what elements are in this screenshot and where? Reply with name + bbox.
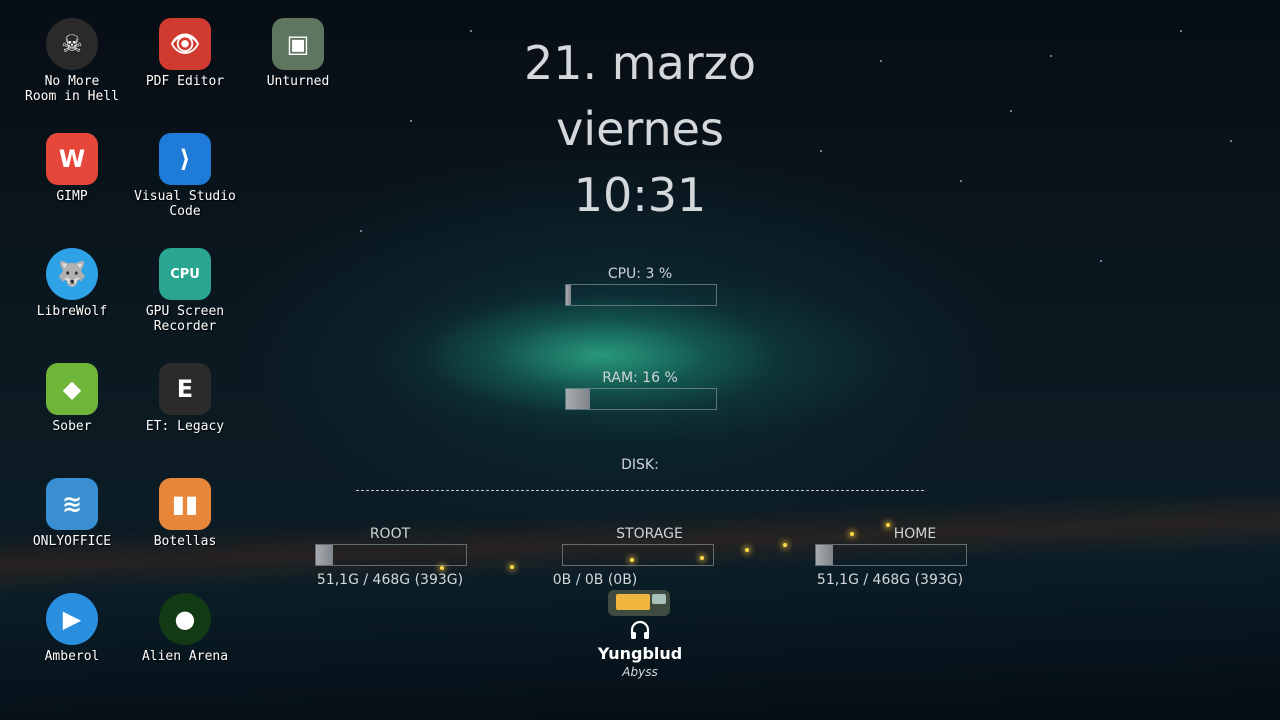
desktop-icon-label: ET: Legacy <box>145 419 225 434</box>
desktop-icon-label: GIMP <box>56 189 88 204</box>
et-legacy-icon: E <box>159 363 211 415</box>
headphones-icon <box>630 620 650 639</box>
desktop-icon-label: PDF Editor <box>145 74 225 89</box>
desktop-icon-onlyoffice[interactable]: ≋ ONLYOFFICE <box>16 478 128 549</box>
cpu-label: CPU: 3 % <box>607 266 673 282</box>
ram-bar <box>565 388 717 410</box>
desktop-icon-unturned[interactable]: ▣ Unturned <box>242 18 354 89</box>
cpu-bar-fill <box>566 285 571 305</box>
cpu-bar <box>565 284 717 306</box>
disk-root-usage: 51,1G / 468G (393G) <box>316 572 464 588</box>
now-playing-artist: Yungblud <box>597 644 683 663</box>
disk-divider <box>356 490 924 491</box>
disk-root-bar-fill <box>316 545 333 565</box>
desktop-icon-label: LibreWolf <box>36 304 108 319</box>
desktop-icon-label: Alien Arena <box>141 649 229 664</box>
disk-label: DISK: <box>621 457 659 473</box>
desktop-icon-label: ONLYOFFICE <box>32 534 112 549</box>
zombie-head-icon: ▣ <box>272 18 324 70</box>
disk-home-bar <box>815 544 967 566</box>
disk-home-usage: 51,1G / 468G (393G) <box>816 572 964 588</box>
desktop-icon-librewolf[interactable]: 🐺 LibreWolf <box>16 248 128 319</box>
vscode-icon: ⟩ <box>159 133 211 185</box>
disk-storage-name: STORAGE <box>616 526 683 542</box>
alien-arena-icon: ● <box>159 593 211 645</box>
desktop-icon-label: Amberol <box>44 649 100 664</box>
desktop-icon-no-more[interactable]: ☠ No More Room in Hell <box>16 18 128 104</box>
sober-icon: ◆ <box>46 363 98 415</box>
desktop-icon-amberol[interactable]: ▶ Amberol <box>16 593 128 664</box>
amberol-play-icon: ▶ <box>46 593 98 645</box>
desktop-icon-gimp[interactable]: W GIMP <box>16 133 128 204</box>
now-playing-album: Abyss <box>622 665 658 679</box>
now-playing-widget: Yungblud Abyss <box>540 620 740 679</box>
time-display: 10:31 <box>573 168 707 222</box>
desktop-icon-label: Unturned <box>266 74 330 89</box>
desktop-icon-label: Sober <box>52 419 92 434</box>
desktop-icon-pdf-editor[interactable]: 👁 PDF Editor <box>129 18 241 89</box>
disk-home-bar-fill <box>816 545 833 565</box>
gimp-icon: W <box>46 133 98 185</box>
desktop-icon-botellas[interactable]: ▮▮ Botellas <box>129 478 241 549</box>
desktop-icon-label: GPU Screen Recorder <box>145 304 225 334</box>
gpu-screen-recorder-icon: CPU <box>159 248 211 300</box>
weekday-display: viernes <box>556 102 724 156</box>
bottles-icon: ▮▮ <box>159 478 211 530</box>
desktop-icon-sober[interactable]: ◆ Sober <box>16 363 128 434</box>
skull-portrait-icon: ☠ <box>46 18 98 70</box>
desktop-icon-label: Visual Studio Code <box>134 189 236 219</box>
camper-van-illustration <box>608 590 670 616</box>
disk-root-name: ROOT <box>369 526 411 542</box>
onlyoffice-icon: ≋ <box>46 478 98 530</box>
pdf-eye-icon: 👁 <box>159 18 211 70</box>
desktop-icon-label: Botellas <box>153 534 217 549</box>
disk-storage-bar <box>562 544 714 566</box>
disk-home-name: HOME <box>893 526 937 542</box>
desktop-icon-visual-studio[interactable]: ⟩ Visual Studio Code <box>129 133 241 219</box>
librewolf-icon: 🐺 <box>46 248 98 300</box>
ram-label: RAM: 16 % <box>602 370 678 386</box>
desktop-icon-et-legacy[interactable]: E ET: Legacy <box>129 363 241 434</box>
desktop-icon-label: No More Room in Hell <box>25 74 119 104</box>
disk-root-bar <box>315 544 467 566</box>
ram-bar-fill <box>566 389 590 409</box>
date-display: 21. marzo <box>524 36 756 90</box>
desktop-icon-alien-arena[interactable]: ● Alien Arena <box>129 593 241 664</box>
desktop-icon-gpu-screen[interactable]: CPU GPU Screen Recorder <box>129 248 241 334</box>
